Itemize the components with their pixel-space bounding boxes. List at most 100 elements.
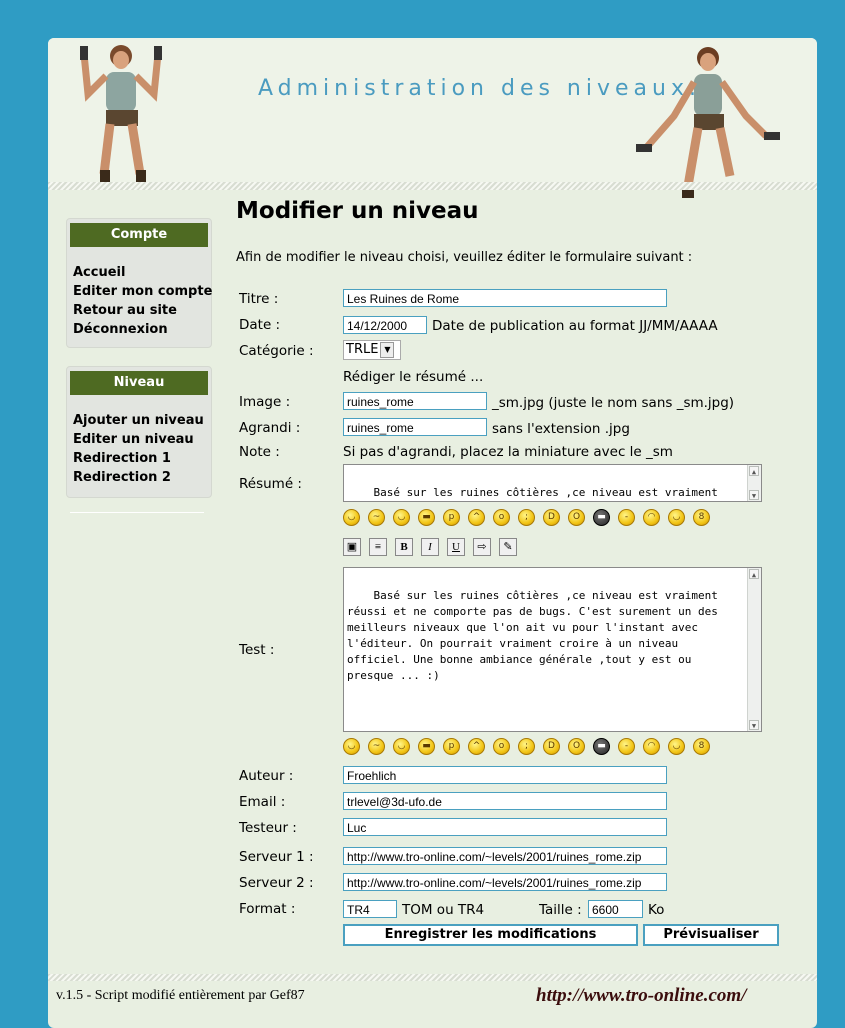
grin-icon[interactable]: ▬	[418, 509, 435, 526]
cool-icon[interactable]: ▬	[593, 738, 610, 755]
taille-unit: Ko	[648, 902, 665, 918]
smilies-row-test: ◡ ~ ◡ ▬ p ^ o ; D O ▬ - ◠ ◡ 8	[343, 738, 723, 758]
scroll-down-icon[interactable]: ▼	[749, 490, 759, 500]
sad-icon[interactable]: ◠	[643, 738, 660, 755]
sidebar-item-editer-niveau[interactable]: Editer un niveau	[73, 430, 211, 449]
email-input[interactable]: trlevel@3d-ufo.de	[343, 792, 667, 810]
smile2-icon[interactable]: ◡	[668, 738, 685, 755]
cool-icon[interactable]: ▬	[593, 509, 610, 526]
sidebar-item-ajouter-niveau[interactable]: Ajouter un niveau	[73, 411, 211, 430]
laugh-icon[interactable]: D	[543, 509, 560, 526]
categorie-selected-value: TRLE	[346, 342, 379, 357]
serveur1-label: Serveur 1 :	[239, 849, 314, 865]
page-title: Modifier un niveau	[236, 198, 479, 224]
sidebar-item-redirection-2[interactable]: Redirection 2	[73, 468, 211, 487]
footer-divider	[48, 974, 817, 981]
image-input[interactable]: ruines_rome	[343, 392, 487, 410]
date-input[interactable]: 14/12/2000	[343, 316, 427, 334]
preview-button[interactable]: Prévisualiser	[643, 924, 779, 946]
resume-textarea[interactable]: Basé sur les ruines côtières ,ce niveau …	[343, 464, 762, 502]
lara-croft-figure-left	[80, 45, 162, 188]
testeur-input[interactable]: Luc	[343, 818, 667, 836]
taille-label: Taille :	[539, 902, 582, 918]
titre-label: Titre :	[239, 291, 279, 307]
footer-site-link[interactable]: http://www.tro-online.com/	[536, 985, 746, 1007]
serveur2-input[interactable]: http://www.tro-online.com/~levels/2001/r…	[343, 873, 667, 891]
sad-icon[interactable]: ◠	[643, 509, 660, 526]
align-center-icon[interactable]: ≡	[369, 538, 387, 556]
date-label: Date :	[239, 317, 281, 333]
email-icon[interactable]: ✎	[499, 538, 517, 556]
confused-icon[interactable]: ~	[368, 509, 385, 526]
sleepy-icon[interactable]: -	[618, 738, 635, 755]
format-input[interactable]: TR4	[343, 900, 397, 918]
sidebar-item-retour-site[interactable]: Retour au site	[73, 301, 211, 320]
categorie-select[interactable]: TRLE ▼	[343, 340, 401, 360]
happy-icon[interactable]: ◡	[393, 738, 410, 755]
resume-scrollbar[interactable]: ▲ ▼	[747, 465, 761, 501]
image-hint: _sm.jpg (juste le nom sans _sm.jpg)	[492, 395, 735, 411]
format-label: Format :	[239, 901, 296, 917]
save-button[interactable]: Enregistrer les modifications	[343, 924, 638, 946]
angry-icon[interactable]: ^	[468, 509, 485, 526]
image-label: Image :	[239, 394, 291, 410]
scroll-up-icon[interactable]: ▲	[749, 569, 759, 579]
lara-croft-figure-right	[636, 47, 780, 198]
tongue-icon[interactable]: p	[443, 509, 460, 526]
sidebar-item-accueil[interactable]: Accueil	[73, 263, 211, 282]
tongue-icon[interactable]: p	[443, 738, 460, 755]
sidebar-item-redirection-1[interactable]: Redirection 1	[73, 449, 211, 468]
auteur-input[interactable]: Froehlich	[343, 766, 667, 784]
serveur1-input[interactable]: http://www.tro-online.com/~levels/2001/r…	[343, 847, 667, 865]
link-icon[interactable]: ⇨	[473, 538, 491, 556]
sidebar-compte-title: Compte	[70, 223, 208, 247]
test-text: Basé sur les ruines côtières ,ce niveau …	[347, 589, 725, 682]
surprised-icon[interactable]: O	[568, 738, 585, 755]
footer-credits: v.1.5 - Script modifié entièrement par G…	[56, 988, 305, 1003]
agrandi-label: Agrandi :	[239, 420, 301, 436]
note-text: Si pas d'agrandi, placez la miniature av…	[343, 444, 673, 460]
rolleyes-icon[interactable]: o	[493, 738, 510, 755]
test-scrollbar[interactable]: ▲ ▼	[747, 568, 761, 731]
taille-input[interactable]: 6600	[588, 900, 643, 918]
smile-icon[interactable]: ◡	[343, 509, 360, 526]
banner-divider	[48, 182, 817, 190]
scroll-down-icon[interactable]: ▼	[749, 720, 759, 730]
smile2-icon[interactable]: ◡	[668, 509, 685, 526]
sidebar-item-editer-compte[interactable]: Editer mon compte	[73, 282, 212, 301]
laugh-icon[interactable]: D	[543, 738, 560, 755]
glasses-icon[interactable]: 8	[693, 738, 710, 755]
glasses-icon[interactable]: 8	[693, 509, 710, 526]
agrandi-hint: sans l'extension .jpg	[492, 421, 630, 437]
note-label: Note :	[239, 444, 280, 460]
grin-icon[interactable]: ▬	[418, 738, 435, 755]
angry-icon[interactable]: ^	[468, 738, 485, 755]
testeur-label: Testeur :	[239, 820, 297, 836]
test-textarea[interactable]: Basé sur les ruines côtières ,ce niveau …	[343, 567, 762, 732]
titre-input[interactable]: Les Ruines de Rome	[343, 289, 667, 307]
rolleyes-icon[interactable]: o	[493, 509, 510, 526]
confused-icon[interactable]: ~	[368, 738, 385, 755]
email-label: Email :	[239, 794, 286, 810]
sidebar-divider	[70, 512, 204, 513]
chevron-down-icon: ▼	[380, 341, 395, 358]
wink-icon[interactable]: ;	[518, 738, 535, 755]
scroll-up-icon[interactable]: ▲	[749, 466, 759, 476]
wink-icon[interactable]: ;	[518, 509, 535, 526]
agrandi-input[interactable]: ruines_rome	[343, 418, 487, 436]
surprised-icon[interactable]: O	[568, 509, 585, 526]
smile-icon[interactable]: ◡	[343, 738, 360, 755]
underline-icon[interactable]: U	[447, 538, 465, 556]
sleepy-icon[interactable]: -	[618, 509, 635, 526]
intro-text: Afin de modifier le niveau choisi, veuil…	[236, 250, 693, 265]
bold-icon[interactable]: B	[395, 538, 413, 556]
rediger-resume-link[interactable]: Rédiger le résumé ...	[343, 369, 483, 385]
categorie-label: Catégorie :	[239, 343, 314, 359]
happy-icon[interactable]: ◡	[393, 509, 410, 526]
sidebar-box-compte: Compte Accueil Editer mon compte Retour …	[66, 218, 212, 348]
sidebar-niveau-title: Niveau	[70, 371, 208, 395]
italic-icon[interactable]: I	[421, 538, 439, 556]
image-icon[interactable]: ▣	[343, 538, 361, 556]
sidebar-item-deconnexion[interactable]: Déconnexion	[73, 320, 211, 339]
test-label: Test :	[239, 642, 275, 658]
